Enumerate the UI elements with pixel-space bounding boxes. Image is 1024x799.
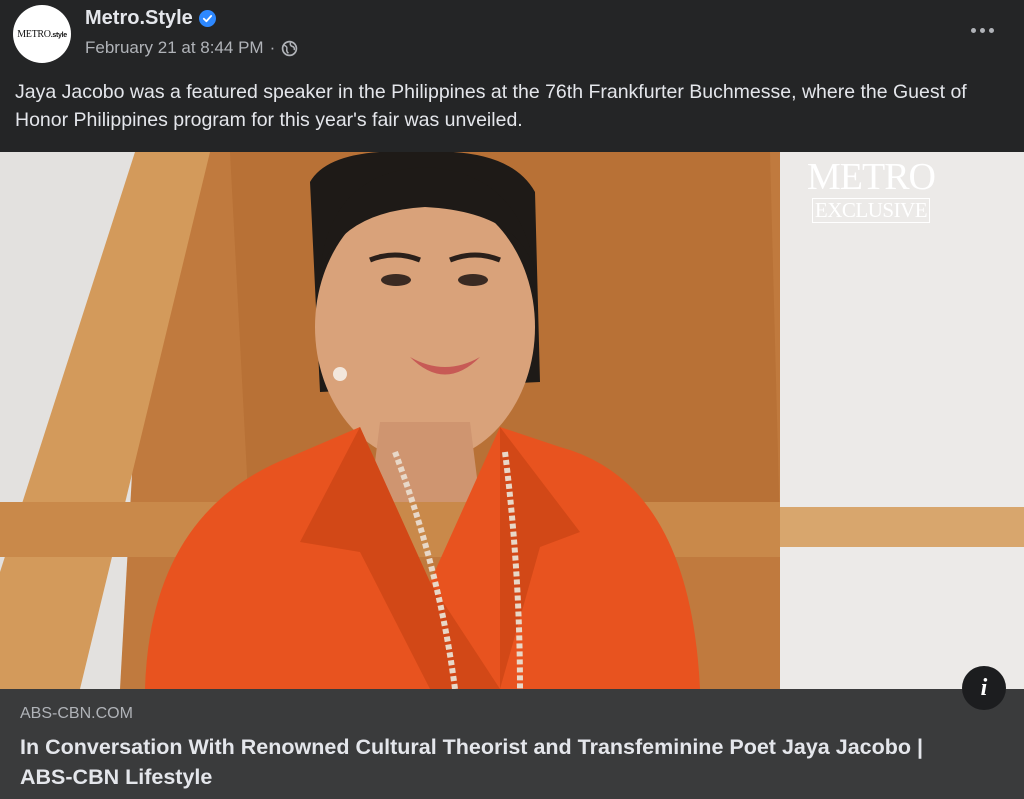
more-options-icon[interactable] — [968, 20, 996, 40]
info-glyph: i — [980, 674, 988, 701]
post-text: Jaya Jacobo was a featured speaker in th… — [15, 81, 967, 131]
link-title[interactable]: In Conversation With Renowned Cultural T… — [20, 732, 980, 792]
photo-illustration — [0, 152, 1024, 689]
globe-icon — [281, 40, 298, 57]
page-avatar[interactable]: METRO.style — [13, 5, 71, 63]
post-image[interactable] — [0, 152, 1024, 689]
link-domain: ABS-CBN.COM — [20, 705, 133, 722]
link-preview[interactable]: ABS-CBN.COM In Conversation With Renowne… — [0, 689, 1024, 799]
post-header: METRO.style Metro.Style February 21 at 8… — [0, 0, 1024, 75]
info-icon[interactable]: i — [962, 666, 1006, 710]
badge-bottom-text: EXCLUSIVE — [811, 198, 931, 223]
post-meta: February 21 at 8:44 PM · — [85, 38, 298, 58]
page-name-row: Metro.Style — [85, 7, 216, 30]
verified-badge-icon — [198, 10, 216, 27]
page-name[interactable]: Metro.Style — [85, 7, 193, 30]
avatar-logo: METRO.style — [17, 28, 67, 40]
metro-exclusive-watermark: METRO EXCLUSIVE — [804, 158, 938, 223]
meta-separator: · — [269, 38, 276, 57]
badge-top-text: METRO — [807, 156, 936, 198]
post-timestamp[interactable]: February 21 at 8:44 PM — [85, 38, 264, 58]
